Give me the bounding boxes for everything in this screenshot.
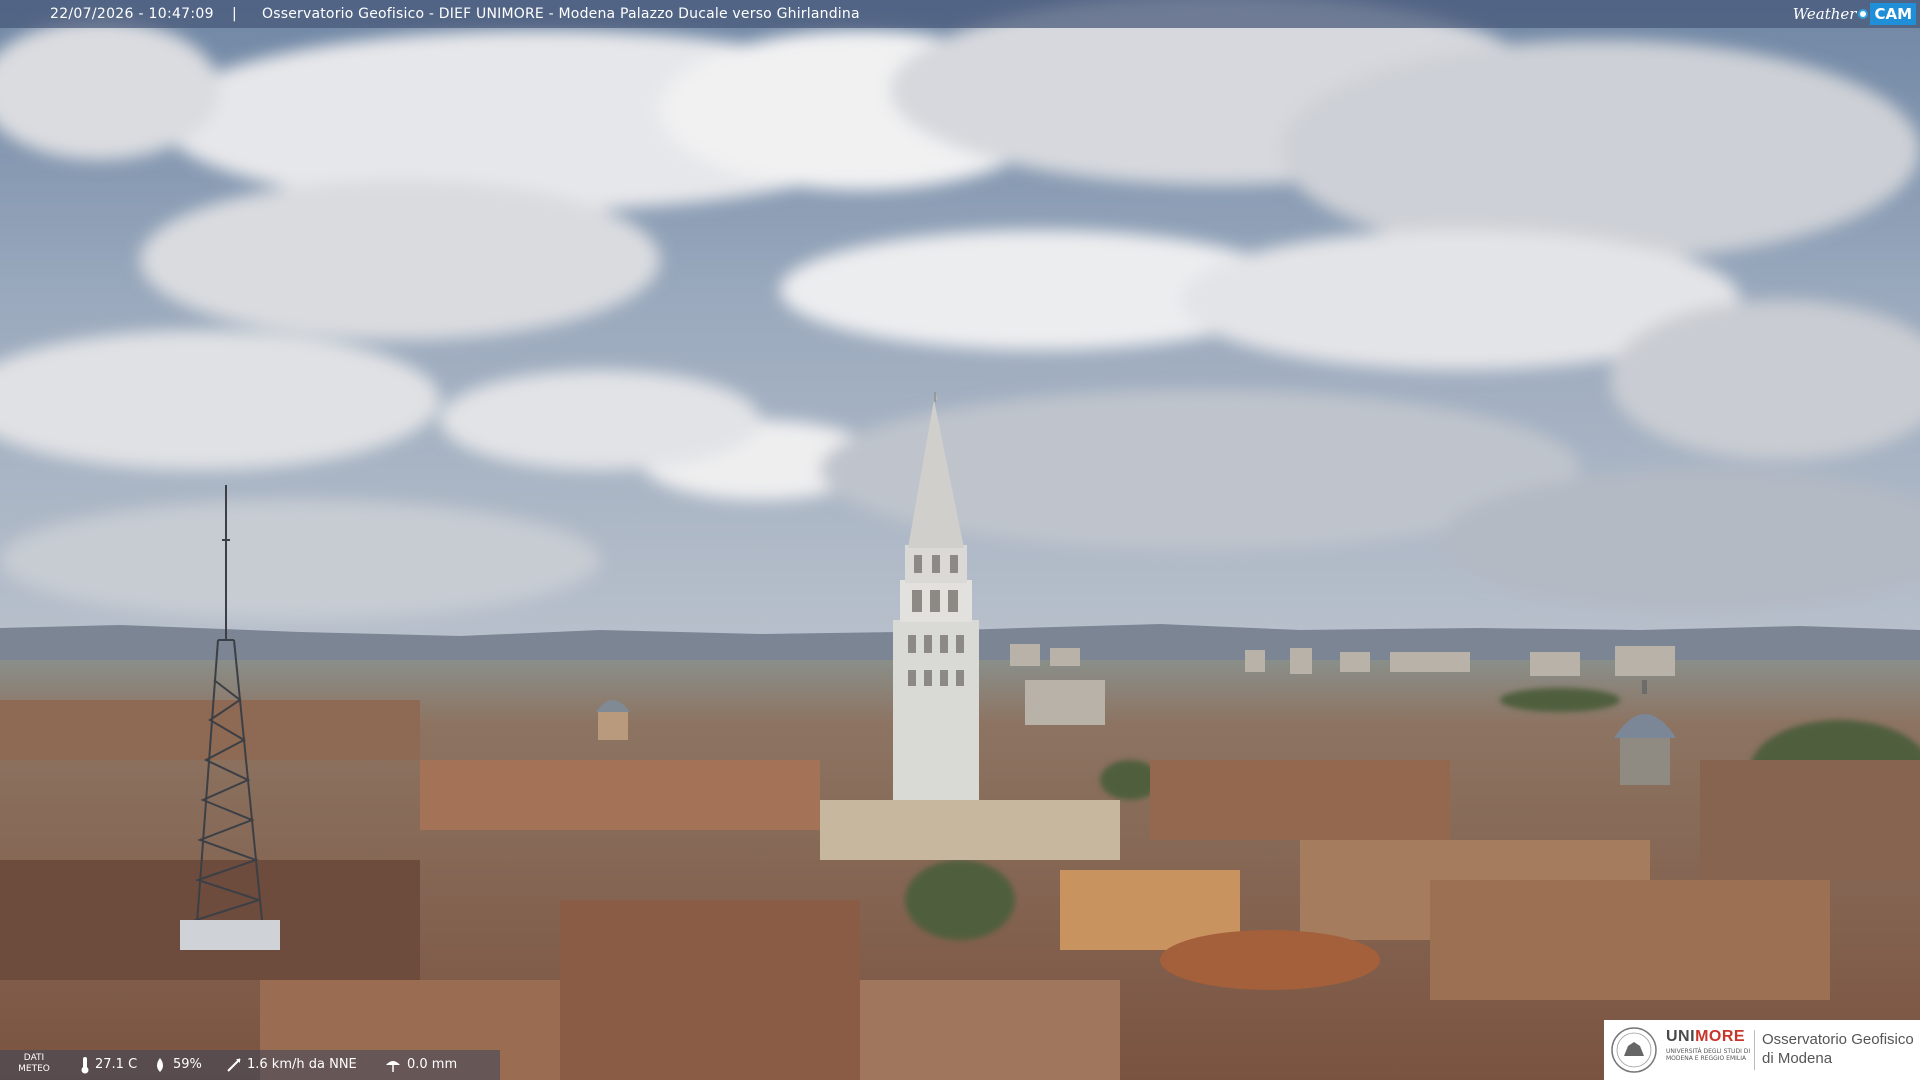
logo-divider xyxy=(1754,1030,1755,1070)
unimore-subtitle: UNIVERSITÀ DEGLI STUDI DI MODENA E REGGI… xyxy=(1666,1048,1751,1062)
overlay-top-bar: 22/07/2026 - 10:47:09 | Osservatorio Geo… xyxy=(0,0,1920,28)
rain-gauge-icon xyxy=(386,1061,400,1072)
separator: | xyxy=(232,6,237,22)
unimore-wordmark: UNIMORE xyxy=(1666,1028,1746,1045)
timestamp: 22/07/2026 - 10:47:09 xyxy=(50,6,214,22)
weathercam-cam: CAM xyxy=(1870,3,1916,25)
meteo-label: DATI METEO xyxy=(18,1053,50,1074)
observatory-name: Osservatorio Geofisico di Modena xyxy=(1762,1031,1914,1067)
wind-value: 1.6 km/h da NNE xyxy=(247,1057,357,1072)
camera-location: Osservatorio Geofisico - DIEF UNIMORE - … xyxy=(262,6,860,22)
humidity-value: 59% xyxy=(173,1057,202,1072)
unimore-seal-icon xyxy=(1611,1027,1657,1073)
thermometer-icon xyxy=(81,1057,89,1074)
unimore-logo-box: UNIMORE UNIVERSITÀ DEGLI STUDI DI MODENA… xyxy=(1604,1020,1920,1080)
weathercam-logo: Weather CAM xyxy=(1793,3,1916,25)
wind-reading: 1.6 km/h da NNE xyxy=(226,1050,357,1080)
meteo-data-bar: DATI METEO 27.1 C 59% 1.6 km/h da NNE 0.… xyxy=(0,1050,500,1080)
humidity-drop-icon xyxy=(157,1058,163,1072)
mast-base-equipment xyxy=(180,920,280,950)
wind-vane-icon xyxy=(227,1058,241,1072)
humidity-reading: 59% xyxy=(152,1050,202,1080)
temperature-value: 27.1 C xyxy=(95,1057,138,1072)
rain-value: 0.0 mm xyxy=(407,1057,458,1072)
weathercam-word: Weather xyxy=(1792,5,1857,23)
webcam-photo xyxy=(0,0,1920,1080)
rain-reading: 0.0 mm xyxy=(384,1050,457,1080)
weathercam-dot-icon xyxy=(1858,9,1869,19)
temperature-reading: 27.1 C xyxy=(80,1050,137,1080)
clouds xyxy=(0,0,1920,620)
small-dome xyxy=(596,700,630,740)
